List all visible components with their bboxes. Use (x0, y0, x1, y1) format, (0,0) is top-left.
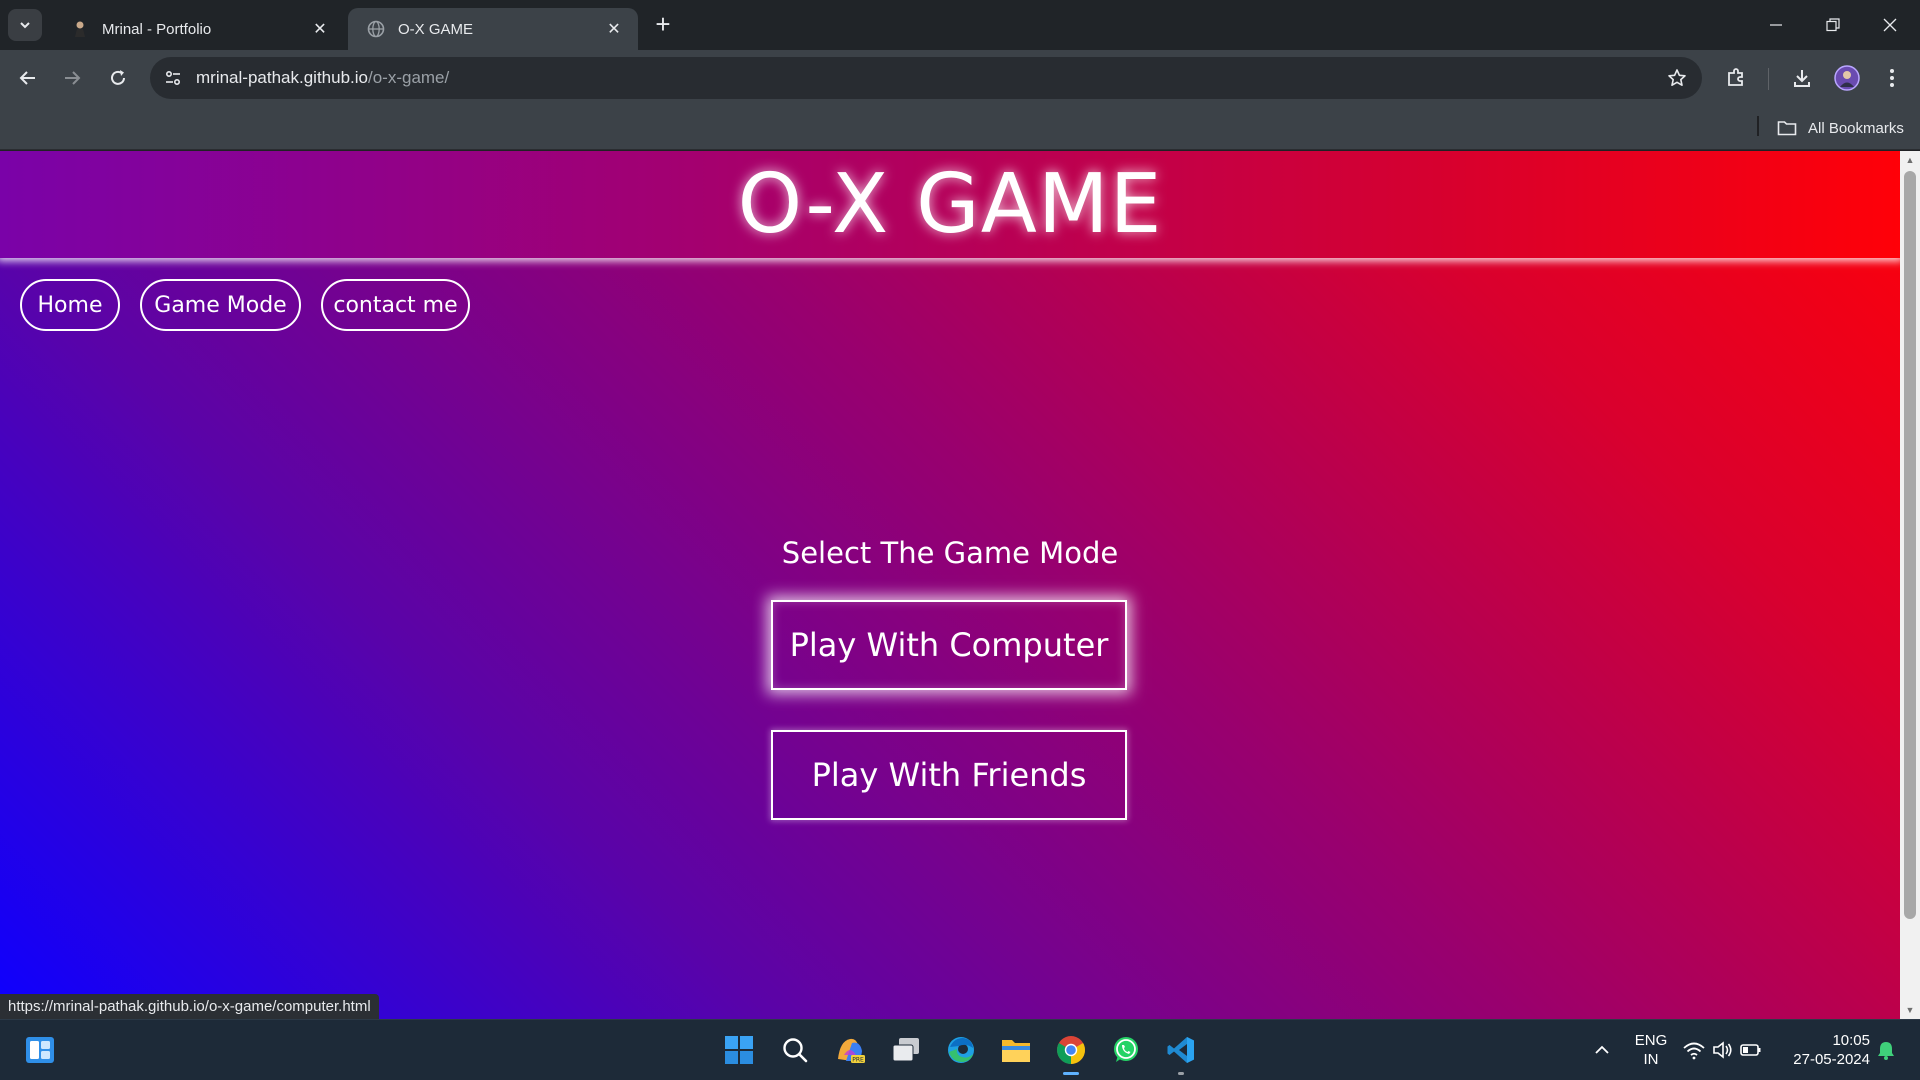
clock[interactable]: 10:05 27-05-2024 (1780, 1031, 1870, 1069)
whatsapp-icon[interactable] (1106, 1030, 1146, 1070)
close-icon[interactable]: ✕ (310, 19, 330, 39)
search-icon[interactable] (775, 1030, 815, 1070)
nav-contact-button[interactable]: contact me (321, 279, 470, 331)
status-link-preview: https://mrinal-pathak.github.io/o-x-game… (0, 994, 379, 1019)
region-code: IN (1643, 1051, 1659, 1068)
minimize-icon[interactable] (1748, 0, 1804, 50)
page-header: O-X GAME (0, 151, 1900, 258)
edge-browser-icon[interactable] (941, 1030, 981, 1070)
forward-icon[interactable] (58, 64, 86, 92)
folder-icon (1776, 119, 1798, 137)
toolbar-divider (1768, 68, 1769, 90)
clock-time: 10:05 (1832, 1032, 1870, 1049)
vscode-icon[interactable] (1161, 1030, 1201, 1075)
scroll-up-icon[interactable]: ▲ (1900, 151, 1920, 169)
copilot-icon[interactable]: PRE (830, 1030, 870, 1070)
url-path: /o-x-game/ (367, 68, 450, 87)
battery-icon (1740, 1044, 1761, 1056)
download-icon[interactable] (1788, 64, 1816, 92)
person-avatar-favicon (70, 19, 90, 39)
scroll-down-icon[interactable]: ▼ (1900, 1001, 1920, 1019)
play-with-computer-button[interactable]: Play With Computer (771, 600, 1127, 690)
tab-title: O-X GAME (398, 20, 474, 38)
browser-toolbar: mrinal-pathak.github.io/o-x-game/ (0, 50, 1920, 106)
tab-ox-game[interactable]: O-X GAME ✕ (348, 8, 638, 50)
windows-start-icon[interactable] (719, 1030, 759, 1070)
nav-game-mode-button[interactable]: Game Mode (140, 279, 301, 331)
nav-home-button[interactable]: Home (20, 279, 120, 331)
all-bookmarks-label: All Bookmarks (1808, 119, 1904, 137)
scrollbar-thumb[interactable] (1904, 171, 1916, 919)
language-indicator[interactable]: ENG IN (1628, 1031, 1674, 1069)
windows-taskbar: PRE ENG IN 10:05 27-05-2024 (0, 1019, 1920, 1080)
file-explorer-icon[interactable] (996, 1030, 1036, 1070)
tray-overflow-chevron-icon[interactable] (1582, 1030, 1622, 1070)
page-scrollbar[interactable]: ▲ ▼ (1900, 151, 1920, 1019)
bookmark-star-icon[interactable] (1666, 67, 1688, 89)
profile-avatar[interactable] (1833, 64, 1861, 92)
page-title: O-X GAME (737, 157, 1163, 252)
clock-date: 27-05-2024 (1793, 1051, 1870, 1068)
bookmarks-divider (1757, 116, 1759, 136)
chrome-browser-icon[interactable] (1051, 1030, 1091, 1075)
restore-icon[interactable] (1805, 0, 1861, 50)
back-icon[interactable] (14, 64, 42, 92)
globe-favicon (366, 19, 386, 39)
url-domain: mrinal-pathak.github.io (196, 68, 368, 87)
page-viewport: O-X GAME Home Game Mode contact me Selec… (0, 151, 1900, 1019)
url-text[interactable]: mrinal-pathak.github.io/o-x-game/ (196, 68, 449, 88)
widgets-icon[interactable] (20, 1030, 60, 1070)
chevron-down-icon (20, 22, 30, 29)
tab-strip: Mrinal - Portfolio ✕ O-X GAME ✕ + (0, 0, 1920, 50)
volume-icon (1713, 1041, 1732, 1059)
site-settings-icon[interactable] (162, 67, 184, 89)
address-bar[interactable]: mrinal-pathak.github.io/o-x-game/ (150, 57, 1702, 99)
more-menu-icon[interactable] (1878, 64, 1906, 92)
tab-title: Mrinal - Portfolio (102, 20, 212, 38)
select-mode-label: Select The Game Mode (781, 536, 1119, 570)
close-icon[interactable]: ✕ (604, 19, 624, 39)
reload-icon[interactable] (104, 64, 132, 92)
task-view-icon[interactable] (886, 1030, 926, 1070)
play-with-friends-button[interactable]: Play With Friends (771, 730, 1127, 820)
new-tab-button[interactable]: + (650, 11, 676, 38)
extensions-icon[interactable] (1722, 64, 1750, 92)
system-status-group[interactable] (1677, 1030, 1767, 1070)
all-bookmarks-button[interactable]: All Bookmarks (1776, 116, 1904, 140)
bookmarks-bar: All Bookmarks (0, 106, 1920, 150)
svg-text:PRE: PRE (852, 1057, 864, 1064)
notification-bell-icon[interactable] (1874, 1030, 1898, 1070)
wifi-icon (1683, 1042, 1705, 1060)
tab-search-button[interactable] (8, 9, 42, 41)
language-code: ENG (1634, 1032, 1668, 1049)
tab-portfolio[interactable]: Mrinal - Portfolio ✕ (52, 8, 344, 50)
window-close-icon[interactable] (1862, 0, 1918, 50)
